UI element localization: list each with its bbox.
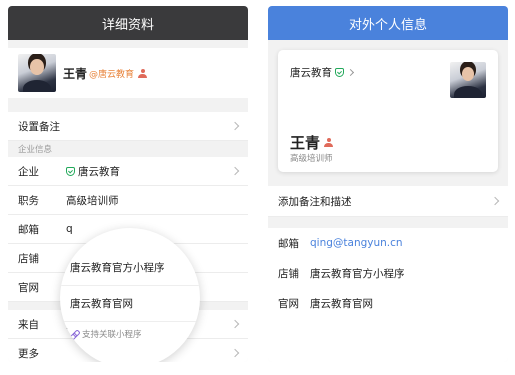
field-label: 更多 [18, 347, 39, 360]
add-note-label: 添加备注和描述 [278, 195, 352, 208]
company-tag: @唐云教育 [89, 69, 135, 80]
person-icon [138, 68, 148, 78]
business-card: 唐云教育 王青 高级培训师 [278, 50, 498, 172]
list-item-website[interactable]: 官网 唐云教育官网 [268, 288, 508, 318]
popup-hint: 支持关联小程序 [60, 322, 200, 346]
section-label: 企业信息 [8, 141, 248, 157]
card-name: 王青 [290, 134, 321, 152]
detail-profile-screen: 详细资料 王青 @唐云教育 设置备注 企业信息 企业 唐云教育 职务 高级培训师… [8, 6, 248, 362]
popup-item-website[interactable]: 唐云教育官网 [60, 286, 200, 322]
profile-name: 王青 [63, 66, 88, 81]
field-label: 邮箱 [278, 237, 299, 250]
list-item-email[interactable]: 邮箱 qing@tangyun.cn [268, 228, 508, 258]
chevron-right-icon [230, 348, 240, 358]
field-value: 唐云教育 [78, 165, 120, 178]
page-title: 对外个人信息 [348, 17, 427, 33]
field-label: 职务 [18, 194, 39, 207]
magnifier-popup: 唐云教育官方小程序 唐云教育官网 支持关联小程序 [60, 228, 200, 362]
list-item-enterprise[interactable]: 企业 唐云教育 [8, 157, 248, 186]
field-value: 唐云教育官方小程序 [310, 267, 405, 280]
popup-item-mini-program[interactable]: 唐云教育官方小程序 [60, 250, 200, 286]
field-label: 邮箱 [18, 223, 39, 236]
field-label: 官网 [278, 297, 299, 310]
chevron-right-icon [230, 121, 240, 131]
set-remark-row[interactable]: 设置备注 [8, 112, 248, 141]
email-link[interactable]: qing@tangyun.cn [310, 237, 403, 249]
chevron-right-icon [230, 166, 240, 176]
field-value: 唐云教育官网 [310, 297, 373, 310]
field-label: 官网 [18, 281, 39, 294]
profile-header[interactable]: 王青 @唐云教育 [8, 48, 248, 98]
list-item-shop[interactable]: 店铺 唐云教育官方小程序 [268, 258, 508, 288]
company-name: 唐云教育 [290, 67, 332, 79]
field-label: 企业 [18, 165, 39, 178]
chevron-right-icon [230, 319, 240, 329]
field-label: 来自 [18, 318, 39, 331]
popup-item-label: 唐云教育官网 [70, 298, 133, 310]
group-label: 企业信息 [18, 145, 53, 155]
field-value: q [66, 223, 73, 235]
popup-item-label: 唐云教育官方小程序 [70, 262, 165, 274]
field-label: 店铺 [278, 267, 299, 280]
popup-hint-text: 支持关联小程序 [82, 330, 142, 340]
card-name-block: 王青 [290, 132, 334, 153]
verified-icon [335, 68, 344, 77]
person-icon [324, 138, 334, 147]
field-value: 高级培训师 [66, 194, 119, 207]
nav-bar: 详细资料 [8, 6, 248, 40]
chevron-right-icon [346, 68, 355, 77]
avatar[interactable] [18, 54, 56, 92]
add-note-row[interactable]: 添加备注和描述 [268, 186, 508, 217]
card-company[interactable]: 唐云教育 [290, 65, 355, 80]
field-label: 店铺 [18, 252, 39, 265]
chevron-right-icon [490, 196, 500, 206]
list-item-position: 职务 高级培训师 [8, 186, 248, 215]
external-profile-screen: 对外个人信息 唐云教育 王青 高级培训师 添加备注和描述 邮箱 qing@tan… [268, 6, 508, 362]
verified-icon [66, 166, 75, 176]
card-avatar[interactable] [450, 62, 486, 98]
nav-bar: 对外个人信息 [268, 6, 508, 40]
page-title: 详细资料 [101, 17, 154, 33]
card-position: 高级培训师 [290, 154, 333, 164]
link-icon [70, 330, 79, 339]
set-remark-label: 设置备注 [18, 120, 60, 133]
